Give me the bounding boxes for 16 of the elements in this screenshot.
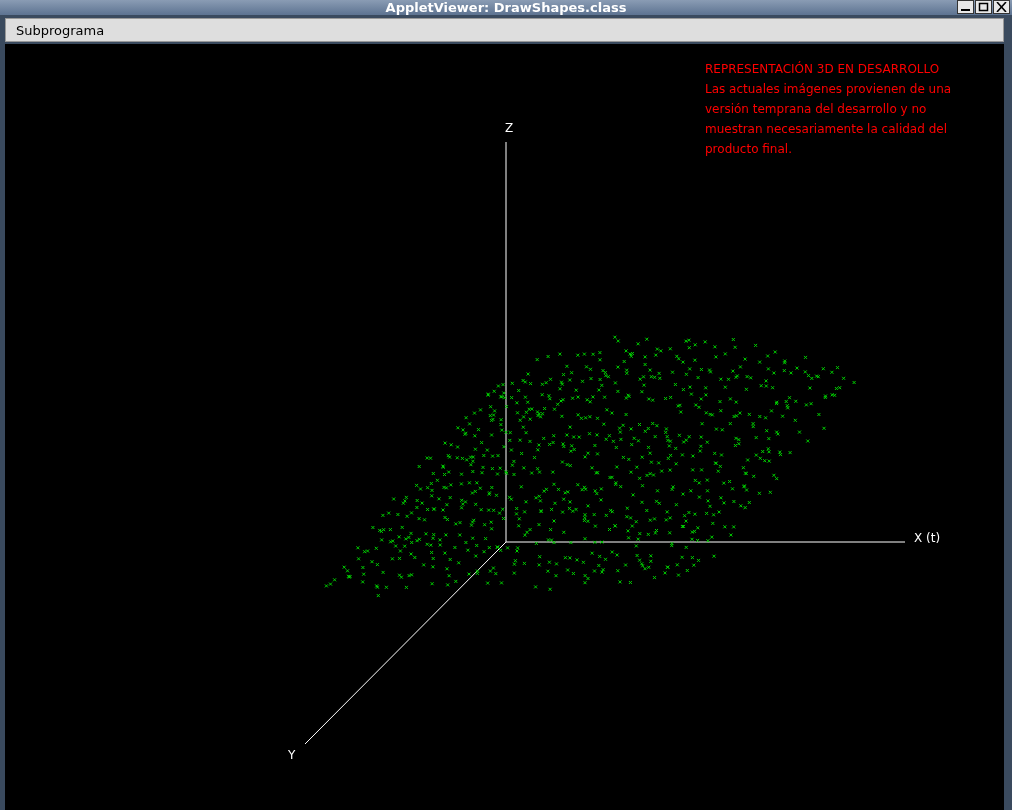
window-title: AppletViewer: DrawShapes.class: [385, 0, 627, 15]
close-icon: [996, 2, 1007, 12]
notice-text: producto final.: [705, 142, 792, 156]
maximize-icon: [978, 2, 989, 12]
axis-label: Z: [505, 121, 514, 135]
notice-text: muestran necesariamente la calidad del: [705, 122, 947, 136]
notice-text: REPRESENTACIÓN 3D EN DESARROLLO: [705, 62, 940, 76]
menu-item[interactable]: Subprograma: [14, 22, 107, 38]
close-button[interactable]: [993, 0, 1010, 14]
axis-label: X (t): [914, 531, 941, 545]
minimize-button[interactable]: [957, 0, 974, 14]
axis-label: Y: [288, 748, 296, 762]
maximize-button[interactable]: [975, 0, 992, 14]
notice-text: Las actuales imágenes provienen de una: [705, 82, 952, 96]
notice-text: versión temprana del desarrollo y no: [705, 102, 927, 116]
minimize-icon: [961, 9, 970, 11]
